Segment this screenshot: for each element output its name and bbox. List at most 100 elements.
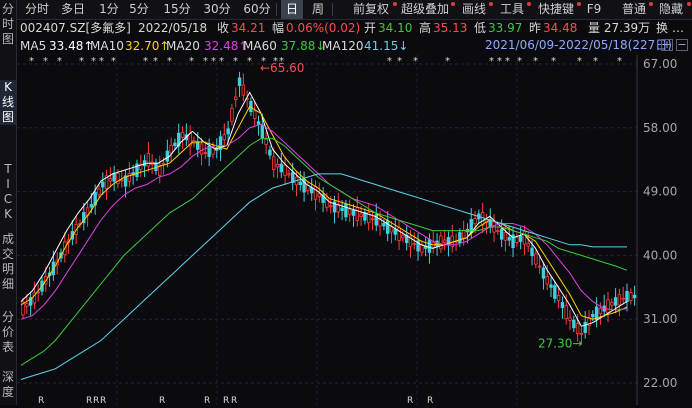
candle-body (439, 235, 443, 250)
candle-body (568, 317, 572, 321)
candle-body (97, 188, 101, 195)
period-toolbar: 分时 多日 1分 5分 15分 30分 60分日周前复权 超级叠加 画线 工具 快捷键 F9 普通 隐藏 (17, 0, 692, 20)
candle-body (522, 230, 527, 245)
candle-body (173, 142, 177, 147)
event-star-icon: * (29, 56, 34, 67)
open-value: 34.10 (378, 21, 413, 35)
low-label: 低 (474, 21, 487, 35)
candle-body (598, 307, 603, 314)
sidebar-tab-char: 交 (1, 247, 14, 261)
event-star-icon: * (247, 56, 252, 67)
candle-body (161, 162, 166, 165)
more-dots[interactable]: … (672, 20, 684, 37)
sidebar-tab-char: 图 (1, 32, 14, 46)
toolbar-tab-0[interactable]: 分时 (21, 0, 53, 19)
candle-body (268, 149, 272, 156)
sidebar-tab-4[interactable]: 分价表 (0, 310, 16, 355)
toolbar-tab-3[interactable]: 5分 (127, 0, 151, 19)
candle-body (401, 234, 405, 239)
y-tick-label: 31.00 (643, 312, 677, 326)
event-r-marker: R (204, 396, 210, 405)
toolbar-tab-8[interactable]: 周 (307, 0, 329, 19)
event-r-marker: R (231, 396, 237, 405)
candle-body (625, 291, 629, 303)
event-star-icon: * (219, 56, 224, 67)
candle-body (579, 332, 584, 335)
toolbar-tab-11[interactable]: 画线 (457, 0, 493, 19)
candle-body (556, 294, 561, 301)
toolbar-tab-9[interactable]: 前复权 (347, 0, 397, 19)
event-star-icon: * (153, 56, 158, 67)
candle-body (507, 237, 511, 241)
candle-body (264, 139, 268, 145)
event-star-icon: * (167, 56, 172, 67)
toolbar-tab-7[interactable]: 日 (281, 0, 303, 19)
candle-body (291, 171, 295, 183)
candle-body (344, 203, 348, 218)
candle-body (530, 247, 534, 257)
candle-body (146, 152, 151, 167)
toolbar-tab-14[interactable]: F9 (583, 0, 605, 19)
y-tick-label: 40.00 (643, 248, 677, 262)
candle-body (549, 284, 553, 288)
event-star-icon: * (551, 56, 556, 67)
kline-chart[interactable]: 67.00 58.00 49.00 40.00 31.00 22.00 * * * * * * * * * *… (17, 55, 692, 406)
candle-body (222, 134, 227, 141)
sidebar-tab-3[interactable]: 成交明细 (0, 232, 16, 292)
sidebar-tab-0[interactable]: 分时图 (0, 2, 16, 47)
open-label: 开 (364, 21, 377, 35)
toolbar-tab-13[interactable]: 快捷键 (533, 0, 581, 19)
candle-body (260, 124, 265, 139)
toolbar-tab-16[interactable]: 隐藏 (653, 0, 691, 19)
ma60-value: 37.88↓ (281, 39, 326, 53)
date-range[interactable]: 2021/06/09-2022/05/18(227日) (485, 38, 672, 53)
candle-body (382, 223, 386, 227)
candle-body (25, 303, 29, 307)
candle-body (298, 181, 303, 186)
zoom-in-icon[interactable]: + (661, 39, 673, 51)
notify-dot-icon (577, 2, 581, 6)
candle-body (275, 163, 280, 168)
y-tick-label: 49.00 (643, 185, 677, 199)
toolbar-tab-5[interactable]: 30分 (201, 0, 233, 19)
notify-dot-icon (687, 2, 691, 6)
candle-body (632, 294, 637, 299)
ma-line-ma120 (20, 173, 627, 380)
notify-dot-icon (489, 2, 493, 6)
toolbar-tab-1[interactable]: 多日 (57, 0, 89, 19)
sidebar-tab-char: K (4, 80, 12, 94)
toolbar-tab-4[interactable]: 15分 (161, 0, 193, 19)
candle-body (496, 230, 500, 232)
candle-body (442, 239, 447, 243)
sidebar-tab-2[interactable]: TICK (0, 162, 16, 222)
candle-body (412, 243, 416, 245)
y-tick-label: 58.00 (643, 121, 677, 135)
candle-body (101, 181, 105, 188)
ma20-value: 32.48↑ (204, 39, 249, 53)
high-annotation: ←65.60 (260, 61, 304, 75)
candle-body (237, 77, 242, 86)
sidebar-tab-1[interactable]: K线图 (0, 80, 16, 125)
toolbar-tab-2[interactable]: 1分 (97, 0, 121, 19)
event-r-marker: R (407, 396, 413, 405)
event-star-icon: * (397, 56, 402, 67)
sidebar-tab-char: 深 (1, 370, 14, 384)
sidebar-tab-char: 价 (1, 325, 14, 339)
candle-body (610, 302, 614, 306)
toolbar-tab-15[interactable]: 普通 (617, 0, 653, 19)
toolbar-tab-10[interactable]: 超级叠加 (397, 0, 455, 19)
toolbar-tab-6[interactable]: 60分 (241, 0, 273, 19)
candle-body (617, 294, 622, 306)
low-annotation: 27.30→ (538, 336, 582, 350)
ma20-label: MA20 (166, 39, 200, 53)
candle-body (591, 313, 595, 318)
event-star-icon: * (111, 56, 116, 67)
candle-body (461, 229, 466, 239)
toolbar-tab-12[interactable]: 工具 (495, 0, 531, 19)
sidebar-tab-char: 时 (1, 17, 14, 31)
candle-body (355, 207, 359, 221)
change-value: 0.06%(0.02) (286, 21, 361, 35)
event-star-icon: * (617, 56, 622, 67)
zoom-out-icon[interactable]: − (676, 39, 688, 51)
sidebar-tab-5[interactable]: 深度 (0, 370, 16, 400)
